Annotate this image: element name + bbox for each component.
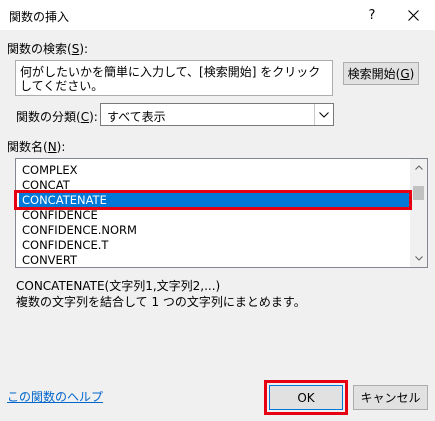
list-item[interactable]: COMPLEX <box>19 163 411 178</box>
ok-button[interactable]: OK <box>269 385 343 410</box>
cancel-button[interactable]: キャンセル <box>353 385 428 410</box>
category-label: 関数の分類(C): <box>16 110 98 124</box>
function-list[interactable]: COMPLEX CONCAT CONCATENATE CONFIDENCE CO… <box>15 158 428 268</box>
list-scrollbar[interactable] <box>410 159 427 267</box>
help-button[interactable]: ? <box>352 0 392 30</box>
list-item-selected[interactable]: CONCATENATE <box>19 193 411 208</box>
close-icon <box>407 9 419 21</box>
category-selected-value: すべて表示 <box>107 110 166 124</box>
search-start-button[interactable]: 検索開始(G) <box>343 62 419 85</box>
function-syntax: CONCATENATE(文字列1,文字列2,...) <box>16 279 221 293</box>
question-icon: ? <box>368 7 376 23</box>
scroll-up-icon[interactable] <box>410 159 427 176</box>
search-input[interactable]: 何がしたいかを簡単に入力して、[検索開始] をクリックしてください。 <box>15 60 333 96</box>
function-help-link[interactable]: この関数のヘルプ <box>7 388 103 405</box>
scroll-thumb[interactable] <box>413 186 424 200</box>
list-item[interactable]: CONFIDENCE.NORM <box>19 223 411 238</box>
list-item[interactable]: CONFIDENCE <box>19 208 411 223</box>
list-item[interactable]: CONCAT <box>19 178 411 193</box>
category-select[interactable]: すべて表示 <box>100 103 334 126</box>
function-name-label: 関数名(N): <box>7 140 66 154</box>
search-label: 関数の検索(S): <box>7 42 89 56</box>
list-item[interactable]: CONVERT <box>19 253 411 267</box>
scroll-down-icon[interactable] <box>410 250 427 267</box>
function-description: 複数の文字列を結合して 1 つの文字列にまとめます。 <box>16 295 306 309</box>
dialog-title: 関数の挿入 <box>9 10 70 24</box>
close-button[interactable] <box>393 0 433 30</box>
chevron-down-icon[interactable] <box>314 104 333 125</box>
list-item[interactable]: CONFIDENCE.T <box>19 238 411 253</box>
